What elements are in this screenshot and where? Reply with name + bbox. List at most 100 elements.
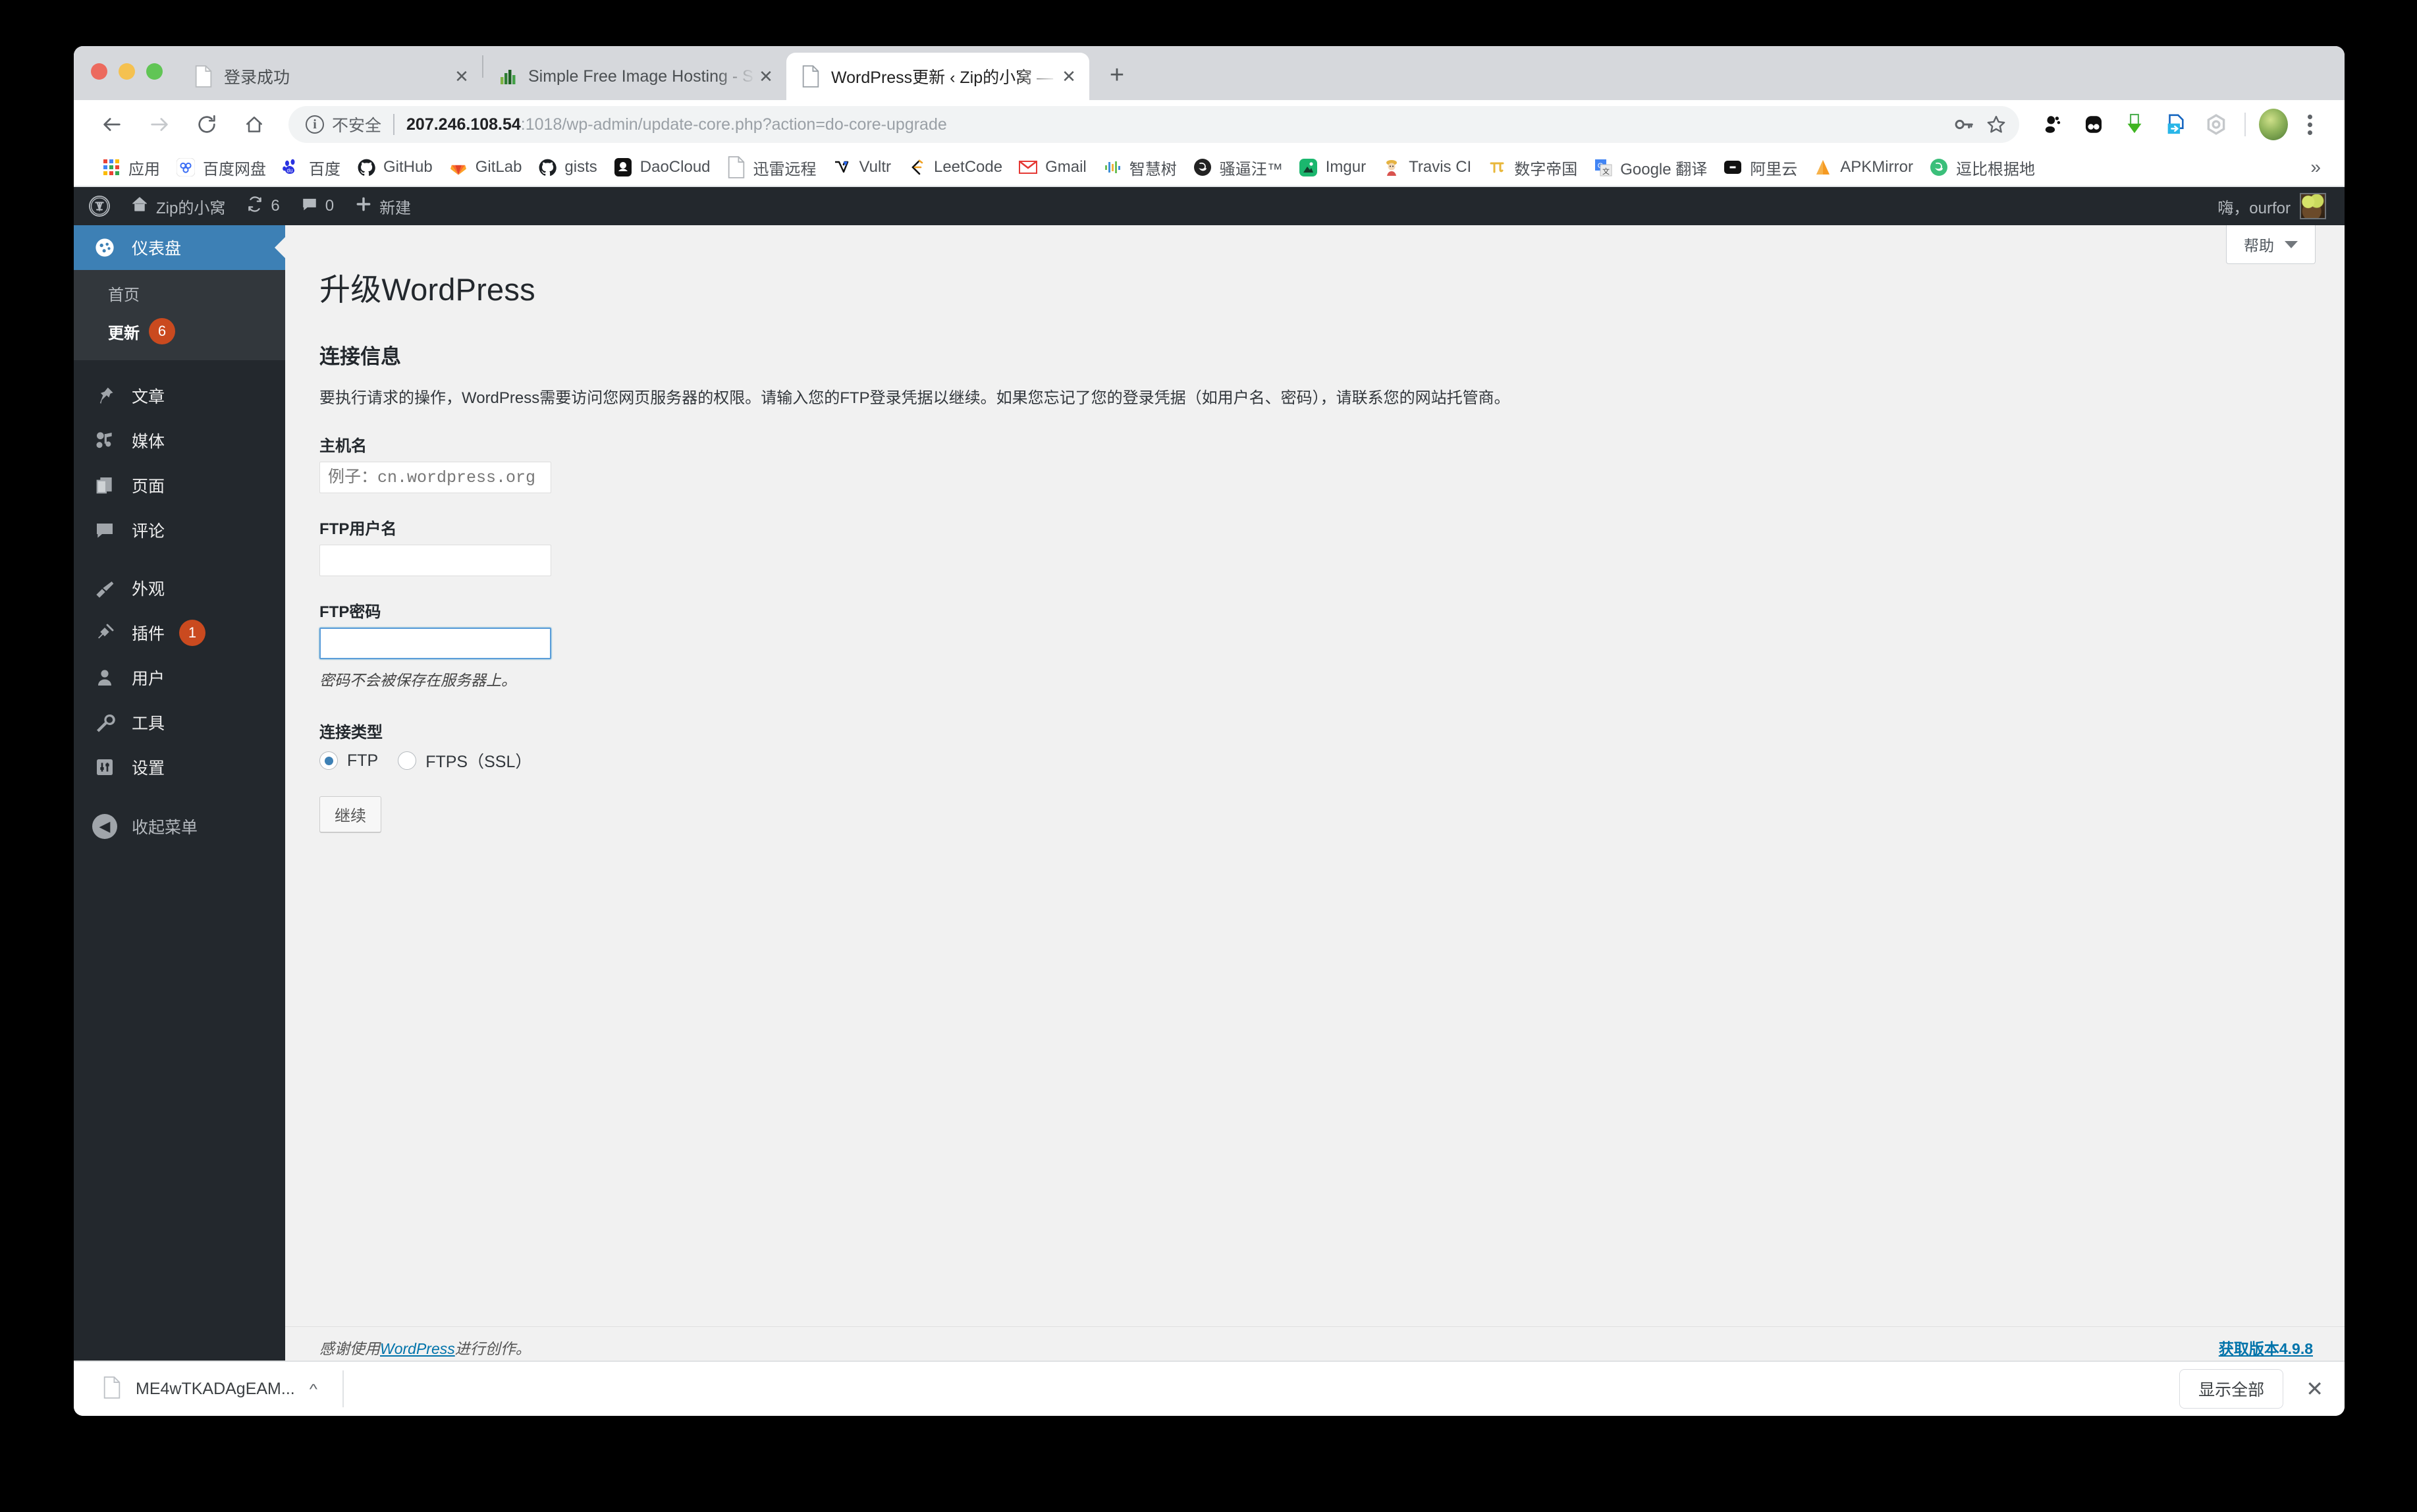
close-icon[interactable]: ✕ [2300, 1376, 2329, 1401]
bookmark-label: 逗比根据地 [1955, 160, 2035, 178]
three-dot-menu-icon[interactable] [2291, 105, 2329, 144]
sidebar-item-appearance[interactable]: 外观 [74, 566, 285, 610]
bookmark-zhihuishu[interactable]: 智慧树 [1095, 153, 1185, 182]
sidebar-item-tools[interactable]: 工具 [74, 700, 285, 745]
bookmark-baidu-pan[interactable]: 百度网盘 [168, 153, 274, 182]
key-icon[interactable] [1947, 108, 1980, 141]
continue-button[interactable]: 继续 [319, 796, 381, 832]
bookmark-gitlab[interactable]: GitLab [441, 153, 530, 182]
github-icon [537, 157, 557, 177]
show-all-downloads-button[interactable]: 显示全部 [2179, 1369, 2284, 1409]
browser-tab-2[interactable]: Simple Free Image Hosting - S ✕ [483, 53, 786, 100]
sidebar-item-plugins[interactable]: 插件 1 [74, 610, 285, 655]
browser-tab-1[interactable]: 登录成功 ✕ [179, 53, 482, 100]
adminbar-updates[interactable]: 6 [236, 187, 290, 225]
close-tab-icon[interactable]: ✕ [1059, 67, 1079, 86]
sidebar-item-posts[interactable]: 文章 [74, 373, 285, 418]
browser-window: 登录成功 ✕ Simple Free Image Hosting - S ✕ W… [74, 46, 2345, 1416]
star-icon[interactable] [1980, 108, 2013, 141]
github-icon [356, 157, 376, 177]
minimize-window-button[interactable] [119, 63, 135, 80]
bookmark-aliyun[interactable]: 阿里云 [1715, 153, 1805, 182]
bookmarks-overflow-button[interactable]: » [2301, 157, 2330, 178]
help-tab-button[interactable]: 帮助 [2226, 225, 2316, 264]
bookmark-travis-ci[interactable]: Travis CI [1374, 153, 1479, 182]
bookmark-shuzi-diguo[interactable]: 数字帝国 [1479, 153, 1585, 182]
submenu-item-home[interactable]: 首页 [74, 275, 285, 311]
ftp-username-input[interactable] [319, 545, 551, 576]
new-label: 新建 [379, 199, 412, 217]
sidebar-item-dashboard[interactable]: 仪表盘 [74, 225, 285, 270]
blue-page-arrow-icon[interactable] [2156, 105, 2194, 144]
sidebar-item-collapse[interactable]: ◀ 收起菜单 [74, 804, 285, 849]
wp-admin-sidebar: 仪表盘 首页 更新 6 文章 媒体 页面 评论 外观 插件 1 用户 工具 设置… [74, 225, 285, 1367]
radio-ftps[interactable] [398, 751, 417, 770]
back-arrow-icon[interactable] [94, 106, 130, 143]
sidebar-item-pages[interactable]: 页面 [74, 463, 285, 508]
bookmark-imgur[interactable]: Imgur [1291, 153, 1374, 182]
gmail-icon [1018, 157, 1038, 177]
home-icon[interactable] [236, 106, 273, 143]
wordpress-logo-icon[interactable] [74, 187, 120, 225]
hostname-input[interactable] [319, 462, 551, 493]
new-tab-button[interactable]: + [1099, 57, 1135, 94]
gnome-foot-icon[interactable] [2034, 105, 2072, 144]
close-tab-icon[interactable]: ✕ [756, 67, 776, 86]
bookmark-label: 骚逼汪™ [1219, 160, 1283, 178]
close-tab-icon[interactable]: ✕ [452, 67, 472, 86]
version-link[interactable]: 获取版本4.9.8 [2219, 1340, 2313, 1357]
adminbar-account[interactable]: 嗨，ourfor [2217, 193, 2345, 219]
bookmark-label: Travis CI [1409, 158, 1472, 176]
adminbar-site-name[interactable]: Zip的小窝 [120, 187, 236, 225]
sidebar-label: 收起菜单 [132, 819, 198, 837]
bookmark-label: LeetCode [933, 158, 1003, 176]
sidebar-item-comments[interactable]: 评论 [74, 508, 285, 553]
browser-tab-3-active[interactable]: WordPress更新 ‹ Zip的小窝 — ✕ [786, 53, 1089, 100]
home-icon [130, 195, 149, 218]
bookmark-leetcode[interactable]: LeetCode [899, 153, 1010, 182]
bar-chart-icon [498, 67, 518, 86]
grey-hexagon-icon[interactable] [2197, 105, 2235, 144]
user-icon [92, 665, 117, 690]
bookmark-saobiwang[interactable]: 骚逼汪™ [1185, 153, 1291, 182]
radio-ftp[interactable] [319, 751, 338, 770]
bookmark-google-translate[interactable]: G文 Google 翻译 [1585, 153, 1715, 182]
bookmark-baidu[interactable]: du 百度 [274, 153, 348, 182]
reload-icon[interactable] [188, 106, 225, 143]
sidebar-item-settings[interactable]: 设置 [74, 745, 285, 790]
bookmark-apkmirror[interactable]: APKMirror [1805, 153, 1921, 182]
bookmark-daocloud[interactable]: DaoCloud [605, 153, 719, 182]
vultr-icon [832, 157, 852, 177]
panda-icon[interactable] [2075, 105, 2113, 144]
chevron-up-icon[interactable]: ^ [310, 1381, 317, 1397]
tabs-area: 登录成功 ✕ Simple Free Image Hosting - S ✕ W… [179, 46, 1089, 100]
update-arrows-icon [246, 196, 263, 217]
sidebar-item-users[interactable]: 用户 [74, 655, 285, 700]
bookmark-xunlei[interactable]: 迅雷远程 [719, 153, 825, 182]
wordpress-link[interactable]: WordPress [380, 1340, 455, 1357]
google-translate-icon: G文 [1593, 157, 1613, 177]
bookmark-apps[interactable]: 应用 [94, 153, 168, 182]
download-item[interactable]: ME4wTKADAgEAM... ^ [91, 1368, 331, 1409]
bookmark-gmail[interactable]: Gmail [1010, 153, 1095, 182]
bookmark-vultr[interactable]: Vultr [825, 153, 899, 182]
green-download-arrow-icon[interactable] [2115, 105, 2154, 144]
adminbar-new[interactable]: 新建 [344, 187, 421, 225]
appearance-brush-icon [92, 576, 117, 601]
plugin-plug-icon [92, 620, 117, 645]
security-status[interactable]: i 不安全 [306, 113, 381, 136]
bookmark-gists[interactable]: gists [530, 153, 605, 182]
sidebar-item-media[interactable]: 媒体 [74, 418, 285, 463]
bookmark-doubi[interactable]: 逗比根据地 [1921, 153, 2043, 182]
bookmark-github[interactable]: GitHub [348, 153, 441, 182]
address-bar[interactable]: i 不安全 207.246.108.54:1018/wp-admin/updat… [288, 106, 2019, 143]
profile-avatar[interactable] [2259, 109, 2288, 140]
maximize-window-button[interactable] [146, 63, 163, 80]
media-icon [92, 428, 117, 453]
forward-arrow-icon[interactable] [141, 106, 178, 143]
sidebar-label: 文章 [132, 388, 165, 406]
ftp-password-input[interactable] [319, 628, 551, 659]
adminbar-comments[interactable]: 0 [290, 187, 344, 225]
close-window-button[interactable] [91, 63, 107, 80]
submenu-item-updates[interactable]: 更新 6 [74, 311, 285, 351]
